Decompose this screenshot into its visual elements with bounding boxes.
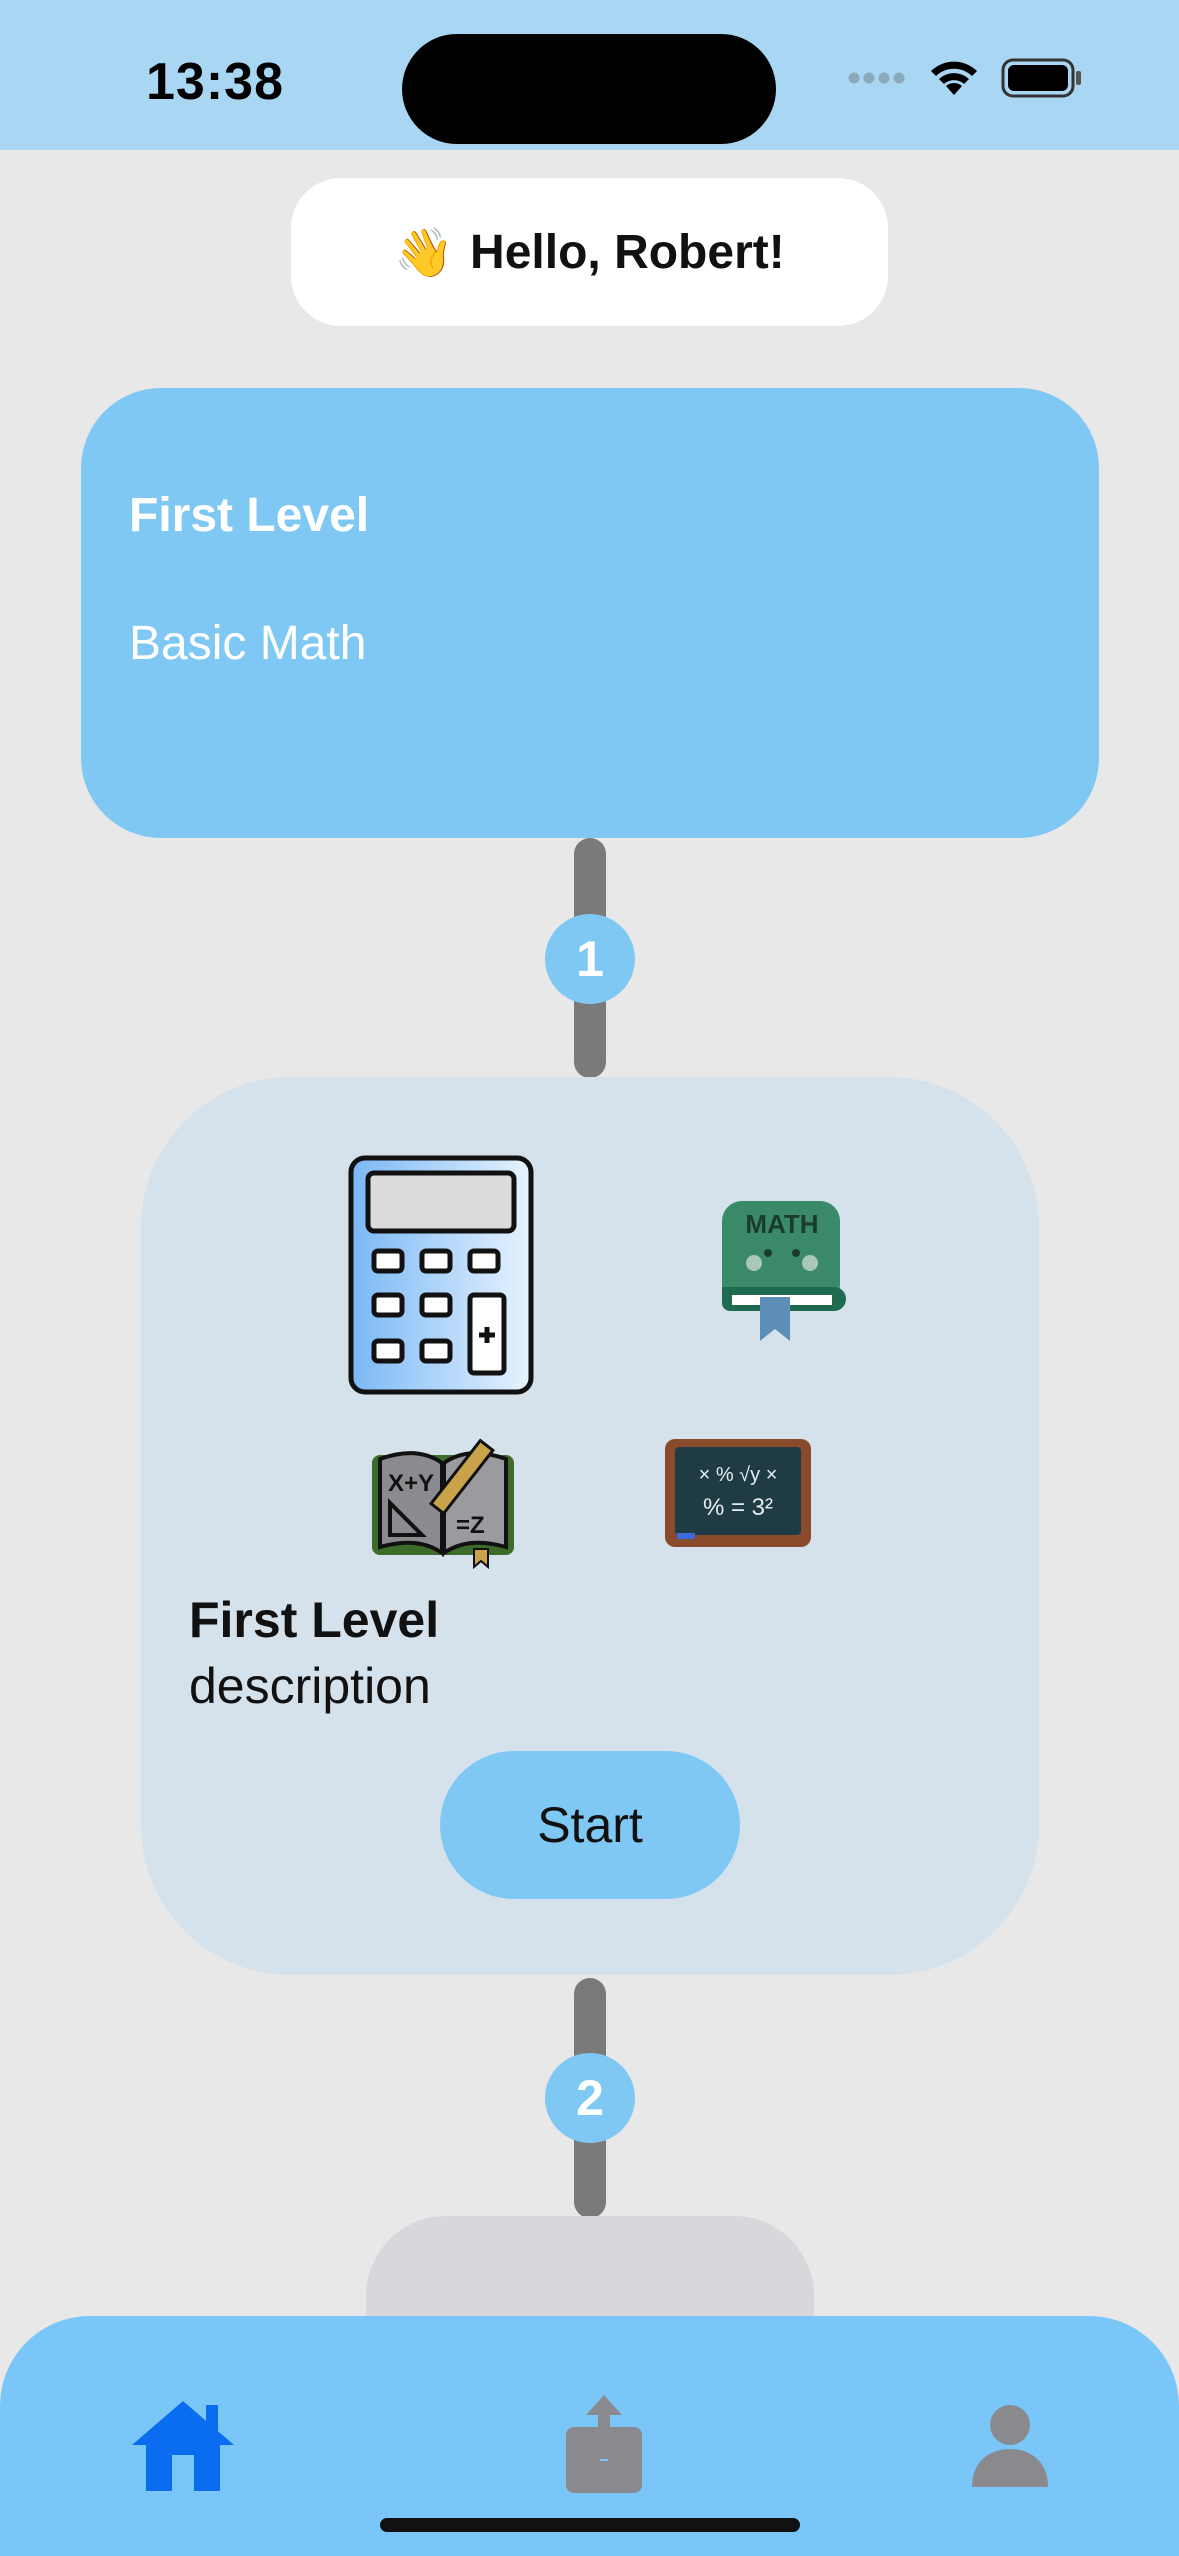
status-time: 13:38 xyxy=(146,53,284,111)
home-icon xyxy=(132,2401,234,2491)
math-book-label: MATH xyxy=(745,1209,818,1239)
detail-description: description xyxy=(189,1658,431,1714)
tab-home[interactable] xyxy=(128,2390,238,2500)
math-book-icon: MATH xyxy=(722,1201,846,1341)
greeting-text: Hello, Robert! xyxy=(470,225,785,279)
dynamic-island xyxy=(402,34,776,144)
signal-dots-icon xyxy=(848,72,905,84)
home-indicator xyxy=(380,2518,800,2532)
chalkboard-icon: × % √y × % = 3² xyxy=(665,1439,811,1547)
greeting-pill: 👋 Hello, Robert! xyxy=(291,178,888,326)
wifi-icon xyxy=(931,61,977,95)
level-subtitle: Basic Math xyxy=(129,617,367,670)
status-icons xyxy=(847,58,1083,98)
level-detail-card: MATH X+Y =Z × % √y × % = 3² First Level … xyxy=(141,1077,1039,1975)
battery-icon xyxy=(1001,58,1081,98)
geometry-text-a: X+Y xyxy=(388,1470,434,1497)
share-icon xyxy=(566,2395,642,2493)
detail-title: First Level xyxy=(189,1592,440,1648)
board-text-a: × % √y × xyxy=(699,1464,778,1486)
wave-emoji: 👋 xyxy=(394,226,455,280)
calculator-icon xyxy=(348,1155,534,1395)
tab-share[interactable] xyxy=(549,2390,659,2500)
geometry-book-icon: X+Y =Z xyxy=(372,1438,514,1569)
status-bar: 13:38 xyxy=(0,0,1179,150)
level-title: First Level xyxy=(129,489,370,542)
board-text-b: % = 3² xyxy=(703,1494,773,1521)
level-header-card[interactable]: First Level Basic Math xyxy=(81,388,1099,838)
step-badge-1: 1 xyxy=(545,914,635,1004)
step-badge-2: 2 xyxy=(545,2053,635,2143)
start-button[interactable]: Start xyxy=(440,1751,740,1899)
tab-profile[interactable] xyxy=(955,2390,1065,2500)
profile-icon xyxy=(972,2405,1048,2487)
geometry-text-b: =Z xyxy=(456,1512,485,1539)
